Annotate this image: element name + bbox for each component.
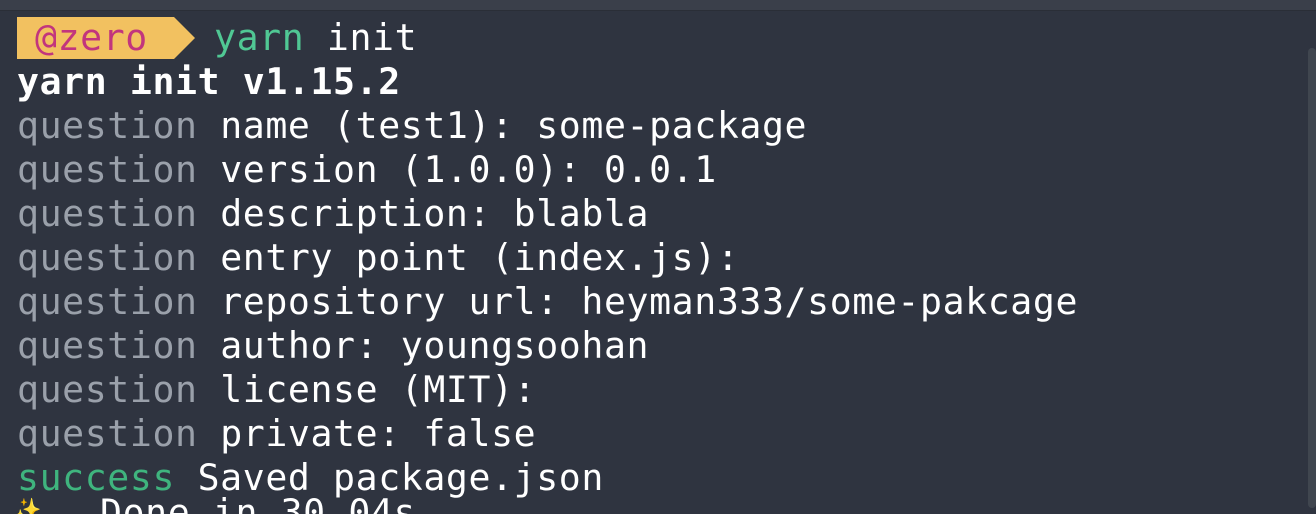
powerline-arrow-icon (174, 17, 195, 59)
done-line-partial: Done in 30.04s. (100, 491, 439, 514)
question-text: license (MIT): (220, 368, 537, 411)
question-text: repository url: heyman333/some-pakcage (220, 280, 1079, 323)
question-tag: question (17, 148, 198, 191)
question-text: version (1.0.0): 0.0.1 (220, 148, 717, 191)
question-tag: question (17, 324, 198, 367)
question-tag: question (17, 280, 198, 323)
question-tag: question (17, 368, 198, 411)
prompt-user-badge: @zero (17, 17, 174, 59)
terminal-window[interactable]: @zero yarn init yarn init v1.15.2 questi… (0, 0, 1316, 514)
command-args: init (326, 16, 418, 59)
sparkles-icon: ✨ (14, 498, 42, 514)
question-line: question version (1.0.0): 0.0.1 (17, 148, 717, 192)
command-name: yarn (214, 16, 305, 59)
question-tag: question (17, 236, 198, 279)
question-line: question repository url: heyman333/some-… (17, 280, 1078, 324)
question-line: question license (MIT): (17, 368, 536, 412)
scrollbar[interactable] (1308, 48, 1316, 508)
yarn-version-line: yarn init v1.15.2 (17, 60, 401, 103)
question-tag: question (17, 412, 198, 455)
question-text: entry point (index.js): (220, 236, 740, 279)
question-line: question description: blabla (17, 192, 649, 236)
question-line: question private: false (17, 412, 536, 456)
question-line: question author: youngsoohan (17, 324, 649, 368)
prompt-command: yarn init (214, 16, 417, 60)
question-line: question entry point (index.js): (17, 236, 739, 280)
question-text: private: false (220, 412, 537, 455)
question-tag: question (17, 192, 198, 235)
window-top-edge (0, 0, 1316, 11)
question-text: name (test1): some-package (220, 104, 808, 147)
cut-off-titlebar (28, 0, 218, 5)
prompt-user: @zero (35, 16, 148, 59)
question-text: author: youngsoohan (220, 324, 650, 367)
question-line: question name (test1): some-package (17, 104, 807, 148)
question-tag: question (17, 104, 198, 147)
question-text: description: blabla (220, 192, 650, 235)
